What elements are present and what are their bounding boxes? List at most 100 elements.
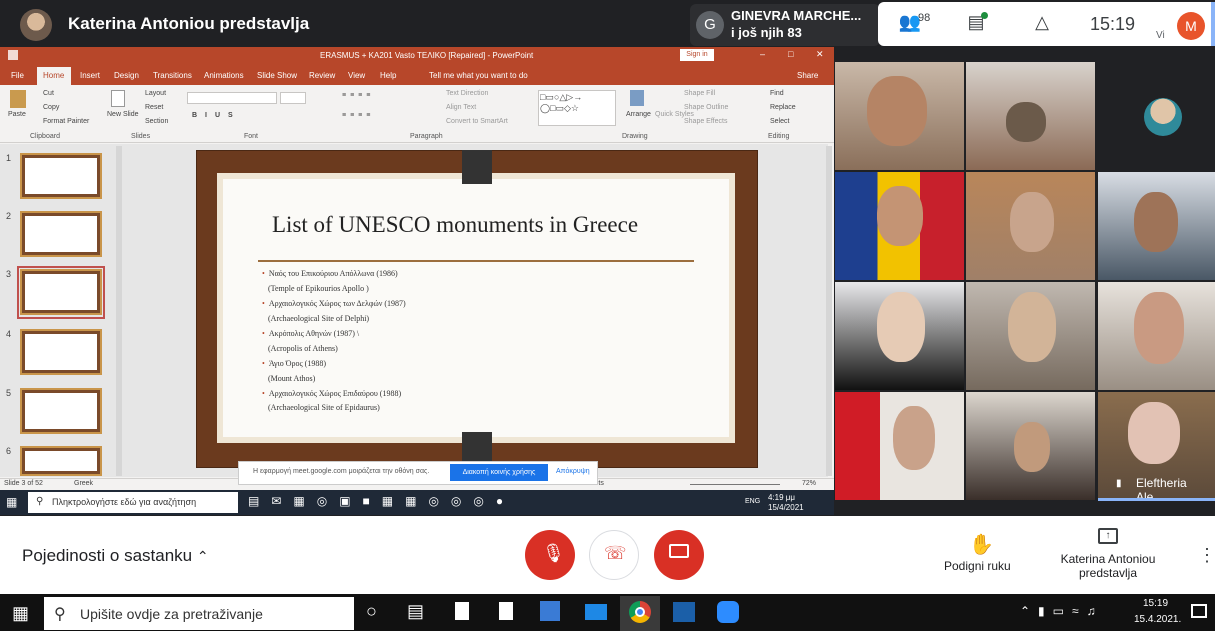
slide-thumb-5[interactable] [20, 388, 102, 434]
reset-button[interactable]: Reset [145, 104, 163, 111]
system-tray-icons[interactable]: ⌃▮▭≈♫ [1020, 604, 1104, 618]
raise-hand-icon[interactable]: ✋ [969, 532, 994, 557]
tab-transitions[interactable]: Transitions [153, 71, 192, 80]
tab-insert[interactable]: Insert [80, 71, 100, 80]
shapes-gallery[interactable]: □▭○△▷→ ◯□▭◇☆ [538, 90, 616, 126]
font-name-select[interactable] [187, 92, 277, 104]
slide-thumb-6[interactable] [20, 446, 102, 476]
windows-start-icon[interactable]: ▦ [12, 603, 29, 624]
shared-taskbar-apps[interactable]: ▤✉▦◎▣■▦▦◎◎◎● [248, 494, 598, 512]
mail-icon[interactable] [585, 604, 607, 620]
align-buttons[interactable]: ≡≡≡≡ [342, 112, 374, 119]
participant-name: GINEVRA MARCHE... [731, 8, 862, 23]
windows-start-icon[interactable]: ▦ [6, 495, 17, 509]
stop-sharing-button[interactable]: Διακοπή κοινής χρήσης [450, 464, 548, 481]
quick-styles-button[interactable]: Quick Styles [655, 111, 694, 118]
more-options-icon[interactable]: ⋮ [1198, 545, 1215, 566]
shape-outline-button[interactable]: Shape Outline [684, 104, 728, 111]
copy-button[interactable]: Copy [43, 104, 59, 111]
shape-effects-button[interactable]: Shape Effects [684, 118, 727, 125]
new-slide-button[interactable]: New Slide [107, 111, 139, 118]
mic-toggle-button[interactable]: 🎙 [525, 530, 575, 580]
text-direction-button[interactable]: Text Direction [446, 90, 488, 97]
thumb-number: 1 [6, 153, 12, 163]
zoom-icon[interactable] [717, 601, 739, 623]
tab-home[interactable]: Home [43, 71, 64, 80]
slide-thumb-4[interactable] [20, 329, 102, 375]
slide-thumb-2[interactable] [20, 211, 102, 257]
tell-me-search[interactable]: Tell me what you want to do [429, 71, 528, 80]
shared-lang-indicator[interactable]: ENG [745, 498, 760, 505]
tab-review[interactable]: Review [309, 71, 335, 80]
zoom-level[interactable]: 72% [802, 480, 816, 487]
slide-thumb-3[interactable] [20, 269, 102, 315]
save-icon[interactable] [8, 50, 18, 60]
participant-tile[interactable] [1098, 282, 1215, 390]
find-button[interactable]: Find [770, 90, 784, 97]
participant-tile[interactable] [1098, 172, 1215, 280]
tab-slide-show[interactable]: Slide Show [257, 71, 297, 80]
meeting-details-button[interactable]: Pojedinosti o sastanku ⌃ [22, 546, 209, 566]
participant-tile[interactable] [835, 172, 964, 280]
sign-in-button[interactable]: Sign in [680, 49, 714, 61]
new-slide-icon[interactable] [111, 90, 125, 107]
scrollbar[interactable] [1211, 2, 1215, 46]
hide-notice-button[interactable]: Απόκρυψη [556, 468, 590, 475]
shape-fill-button[interactable]: Shape Fill [684, 90, 715, 97]
list-buttons[interactable]: ≡≡≡≡ [342, 92, 374, 99]
font-format-buttons[interactable]: BIUS [192, 112, 241, 119]
section-button[interactable]: Section [145, 118, 168, 125]
share-button[interactable]: Share [797, 71, 818, 80]
convert-smartart-button[interactable]: Convert to SmartArt [446, 118, 508, 125]
paste-icon[interactable] [10, 90, 26, 108]
select-button[interactable]: Select [770, 118, 789, 125]
participant-tile[interactable] [835, 282, 964, 390]
paste-button[interactable]: Paste [8, 111, 26, 118]
arrange-icon[interactable] [630, 90, 644, 106]
store-icon[interactable] [540, 601, 560, 621]
close-icon[interactable]: ✕ [816, 49, 824, 60]
layout-button[interactable]: Layout [145, 90, 166, 97]
font-size-select[interactable] [280, 92, 306, 104]
slide-thumb-1[interactable] [20, 153, 102, 199]
participant-tile[interactable] [966, 282, 1095, 390]
raise-hand-label[interactable]: Podigni ruku [944, 559, 1011, 573]
notification-icon[interactable] [1191, 604, 1207, 618]
participant-tile[interactable] [966, 62, 1095, 170]
participant-tile[interactable] [835, 392, 964, 500]
tab-file[interactable]: File [11, 71, 24, 80]
slide-bullet: • Ακρόπολις Αθηνών (1987) \ [262, 329, 360, 338]
slide-bullet: • Αρχαιολογικός Χώρος Επιδαύρου (1988) [262, 389, 402, 398]
chrome-icon[interactable] [629, 601, 651, 623]
photos-icon[interactable] [673, 602, 695, 622]
tab-design[interactable]: Design [114, 71, 139, 80]
tab-animations[interactable]: Animations [204, 71, 244, 80]
participant-tile[interactable] [835, 62, 964, 170]
camera-toggle-button[interactable] [654, 530, 704, 580]
thumbs-scrollbar[interactable] [116, 146, 122, 476]
minimize-icon[interactable]: – [760, 49, 765, 59]
maximize-icon[interactable]: □ [788, 49, 793, 59]
thumb-number: 5 [6, 388, 12, 398]
align-text-button[interactable]: Align Text [446, 104, 476, 111]
participant-tile[interactable] [966, 172, 1095, 280]
file-icon[interactable] [455, 602, 469, 620]
canvas-scrollbar[interactable] [826, 146, 832, 476]
cortana-icon[interactable]: ○ [366, 601, 377, 622]
zoom-slider[interactable] [690, 484, 780, 485]
present-screen-icon[interactable]: ↑ [1098, 528, 1118, 544]
leave-call-button[interactable]: ☏ [589, 530, 639, 580]
presenting-label[interactable]: Katerina Antoniou predstavlja [1059, 552, 1157, 580]
participant-tile[interactable] [966, 392, 1095, 500]
task-view-icon[interactable]: ▤ [407, 601, 424, 622]
arrange-button[interactable]: Arrange [626, 111, 651, 118]
cut-button[interactable]: Cut [43, 90, 54, 97]
replace-button[interactable]: Replace [770, 104, 796, 111]
format-painter-button[interactable]: Format Painter [43, 118, 89, 125]
file-icon[interactable] [499, 602, 513, 620]
tab-view[interactable]: View [348, 71, 365, 80]
activities-icon[interactable]: △ [1030, 12, 1054, 32]
tab-help[interactable]: Help [380, 71, 396, 80]
user-avatar[interactable]: M [1177, 12, 1205, 40]
participant-tile[interactable] [1098, 62, 1215, 170]
